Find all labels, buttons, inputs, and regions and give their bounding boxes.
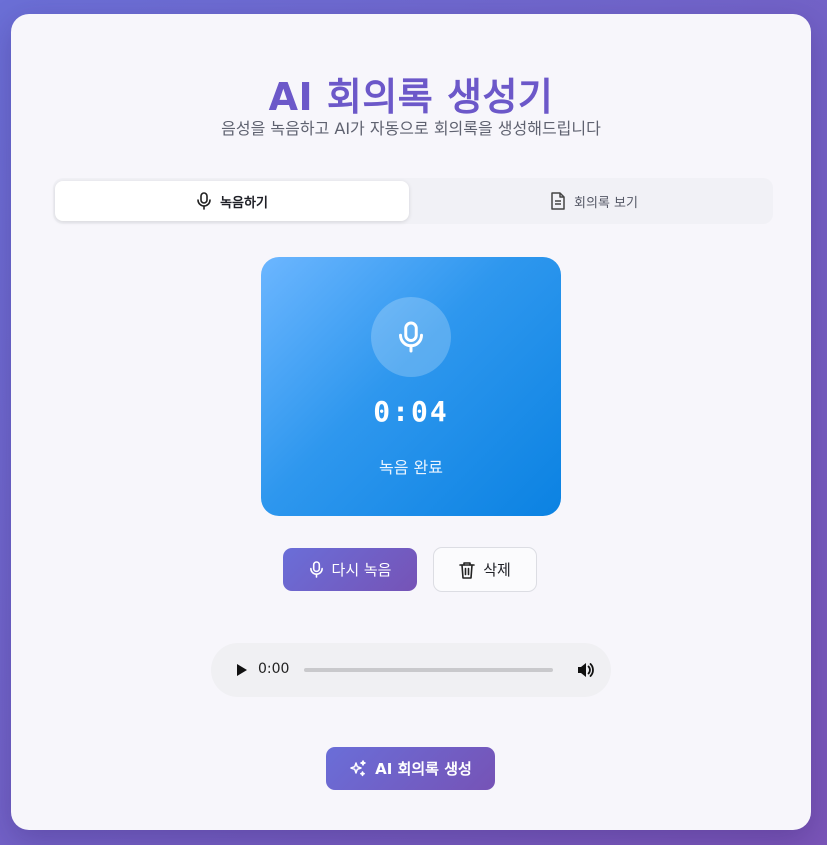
recording-timer: 0:04 bbox=[373, 395, 449, 428]
play-icon[interactable] bbox=[231, 660, 251, 680]
tab-record[interactable]: 녹음하기 bbox=[55, 181, 409, 221]
recorder-panel: 0:04 녹음 완료 bbox=[261, 257, 561, 516]
tab-bar: 녹음하기 회의록 보기 bbox=[53, 178, 773, 224]
audio-current-time: 0:00 bbox=[258, 661, 290, 677]
page-subtitle: 음성을 녹음하고 AI가 자동으로 회의록을 생성해드립니다 bbox=[221, 119, 601, 138]
tab-minutes[interactable]: 회의록 보기 bbox=[417, 181, 771, 221]
page-title: AI 회의록 생성기 bbox=[268, 75, 554, 119]
mic-icon bbox=[397, 321, 425, 353]
document-icon bbox=[550, 192, 566, 210]
mic-icon bbox=[196, 192, 212, 210]
audio-seek-bar[interactable] bbox=[304, 668, 553, 672]
tab-minutes-label: 회의록 보기 bbox=[574, 195, 638, 211]
record-mic-button[interactable] bbox=[371, 297, 451, 377]
delete-button[interactable]: 삭제 bbox=[433, 547, 537, 592]
tab-record-label: 녹음하기 bbox=[220, 195, 268, 211]
recording-status: 녹음 완료 bbox=[379, 458, 443, 477]
audio-player: 0:00 bbox=[211, 643, 611, 697]
rerecord-button[interactable]: 다시 녹음 bbox=[283, 548, 417, 591]
generate-minutes-button[interactable]: AI 회의록 생성 bbox=[326, 747, 495, 790]
rerecord-label: 다시 녹음 bbox=[331, 561, 392, 579]
main-card: AI 회의록 생성기 음성을 녹음하고 AI가 자동으로 회의록을 생성해드립니… bbox=[11, 14, 811, 830]
delete-label: 삭제 bbox=[483, 561, 511, 579]
generate-minutes-label: AI 회의록 생성 bbox=[375, 760, 472, 778]
mic-icon bbox=[309, 561, 324, 578]
sparkles-icon bbox=[349, 759, 367, 778]
trash-icon bbox=[459, 561, 475, 579]
volume-icon[interactable] bbox=[575, 660, 595, 680]
